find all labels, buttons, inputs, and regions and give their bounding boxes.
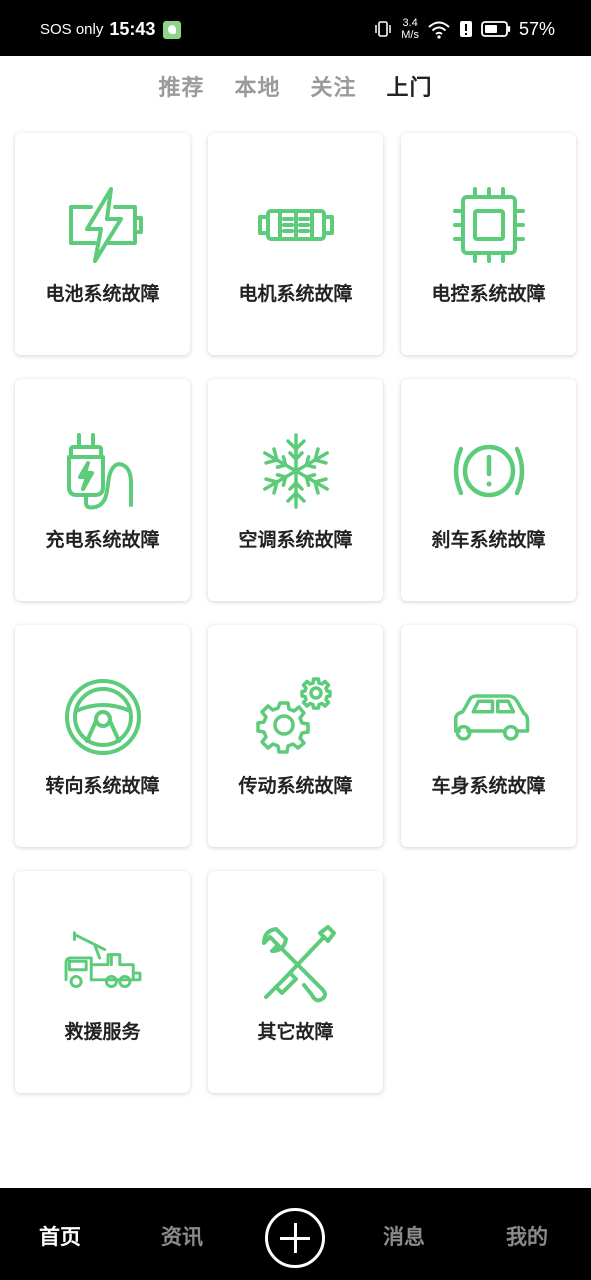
nav-mine[interactable]: 我的 (506, 1221, 548, 1251)
service-label: 电控系统故障 (431, 283, 546, 305)
service-label: 刹车系统故障 (431, 529, 546, 551)
tab-following[interactable]: 关注 (311, 70, 357, 110)
top-tab-bar: 推荐 本地 关注 上门 (0, 70, 591, 110)
service-label: 救援服务 (64, 1021, 141, 1043)
nav-news[interactable]: 资讯 (161, 1221, 203, 1251)
chip-icon (447, 185, 531, 265)
tab-recommend[interactable]: 推荐 (158, 70, 204, 110)
snowflake-icon (254, 431, 338, 511)
service-card-charging[interactable]: 充电系统故障 (15, 379, 190, 601)
battery-percent: 57% (518, 18, 555, 39)
service-card-steering[interactable]: 转向系统故障 (15, 625, 190, 847)
plus-circle-icon[interactable] (265, 1208, 325, 1268)
service-card-body[interactable]: 车身系统故障 (401, 625, 576, 847)
service-card-rescue[interactable]: 救援服务 (15, 871, 190, 1093)
service-label: 传动系统故障 (238, 775, 353, 797)
tow-truck-icon (61, 923, 145, 1003)
vibrate-icon (375, 21, 391, 37)
brake-warning-icon (447, 431, 531, 511)
service-card-other[interactable]: 其它故障 (208, 871, 383, 1093)
nav-home[interactable]: 首页 (39, 1221, 81, 1251)
battery-icon (481, 21, 511, 37)
charging-plug-icon (61, 431, 145, 511)
wifi-icon (428, 21, 450, 39)
network-speed: 3.4 M/s (401, 17, 419, 41)
service-card-electronic-control[interactable]: 电控系统故障 (401, 133, 576, 355)
service-label: 车身系统故障 (431, 775, 546, 797)
service-label: 其它故障 (257, 1021, 334, 1043)
service-card-air-conditioning[interactable]: 空调系统故障 (208, 379, 383, 601)
nav-messages[interactable]: 消息 (383, 1221, 425, 1251)
service-card-motor[interactable]: 电机系统故障 (208, 133, 383, 355)
sos-status: SOS only (40, 21, 104, 38)
notification-app-icon (163, 20, 182, 39)
steering-wheel-icon (61, 677, 145, 757)
gears-icon (254, 677, 338, 757)
service-label: 电池系统故障 (45, 283, 160, 305)
service-card-battery[interactable]: 电池系统故障 (15, 133, 190, 355)
tab-local[interactable]: 本地 (234, 70, 280, 110)
battery-bolt-icon (61, 185, 145, 265)
alert-icon (459, 21, 472, 37)
service-label: 转向系统故障 (45, 775, 160, 797)
car-icon (447, 677, 531, 757)
status-bar: SOS only 15:43 3.4 M/s 57% (0, 0, 591, 56)
service-card-brake[interactable]: 刹车系统故障 (401, 379, 576, 601)
clock: 15:43 (109, 19, 156, 39)
service-card-transmission[interactable]: 传动系统故障 (208, 625, 383, 847)
service-label: 充电系统故障 (45, 529, 160, 551)
service-label: 空调系统故障 (238, 529, 353, 551)
wrench-screwdriver-icon (254, 923, 338, 1003)
bottom-nav: 首页 资讯 消息 我的 (0, 1188, 591, 1280)
motor-icon (254, 185, 338, 265)
service-label: 电机系统故障 (238, 283, 353, 305)
service-grid: 电池系统故障 电机系统故障 电控系统故障 充电系统故障 空调系统故障 刹车系统故… (15, 133, 576, 1093)
tab-onsite[interactable]: 上门 (387, 70, 433, 110)
